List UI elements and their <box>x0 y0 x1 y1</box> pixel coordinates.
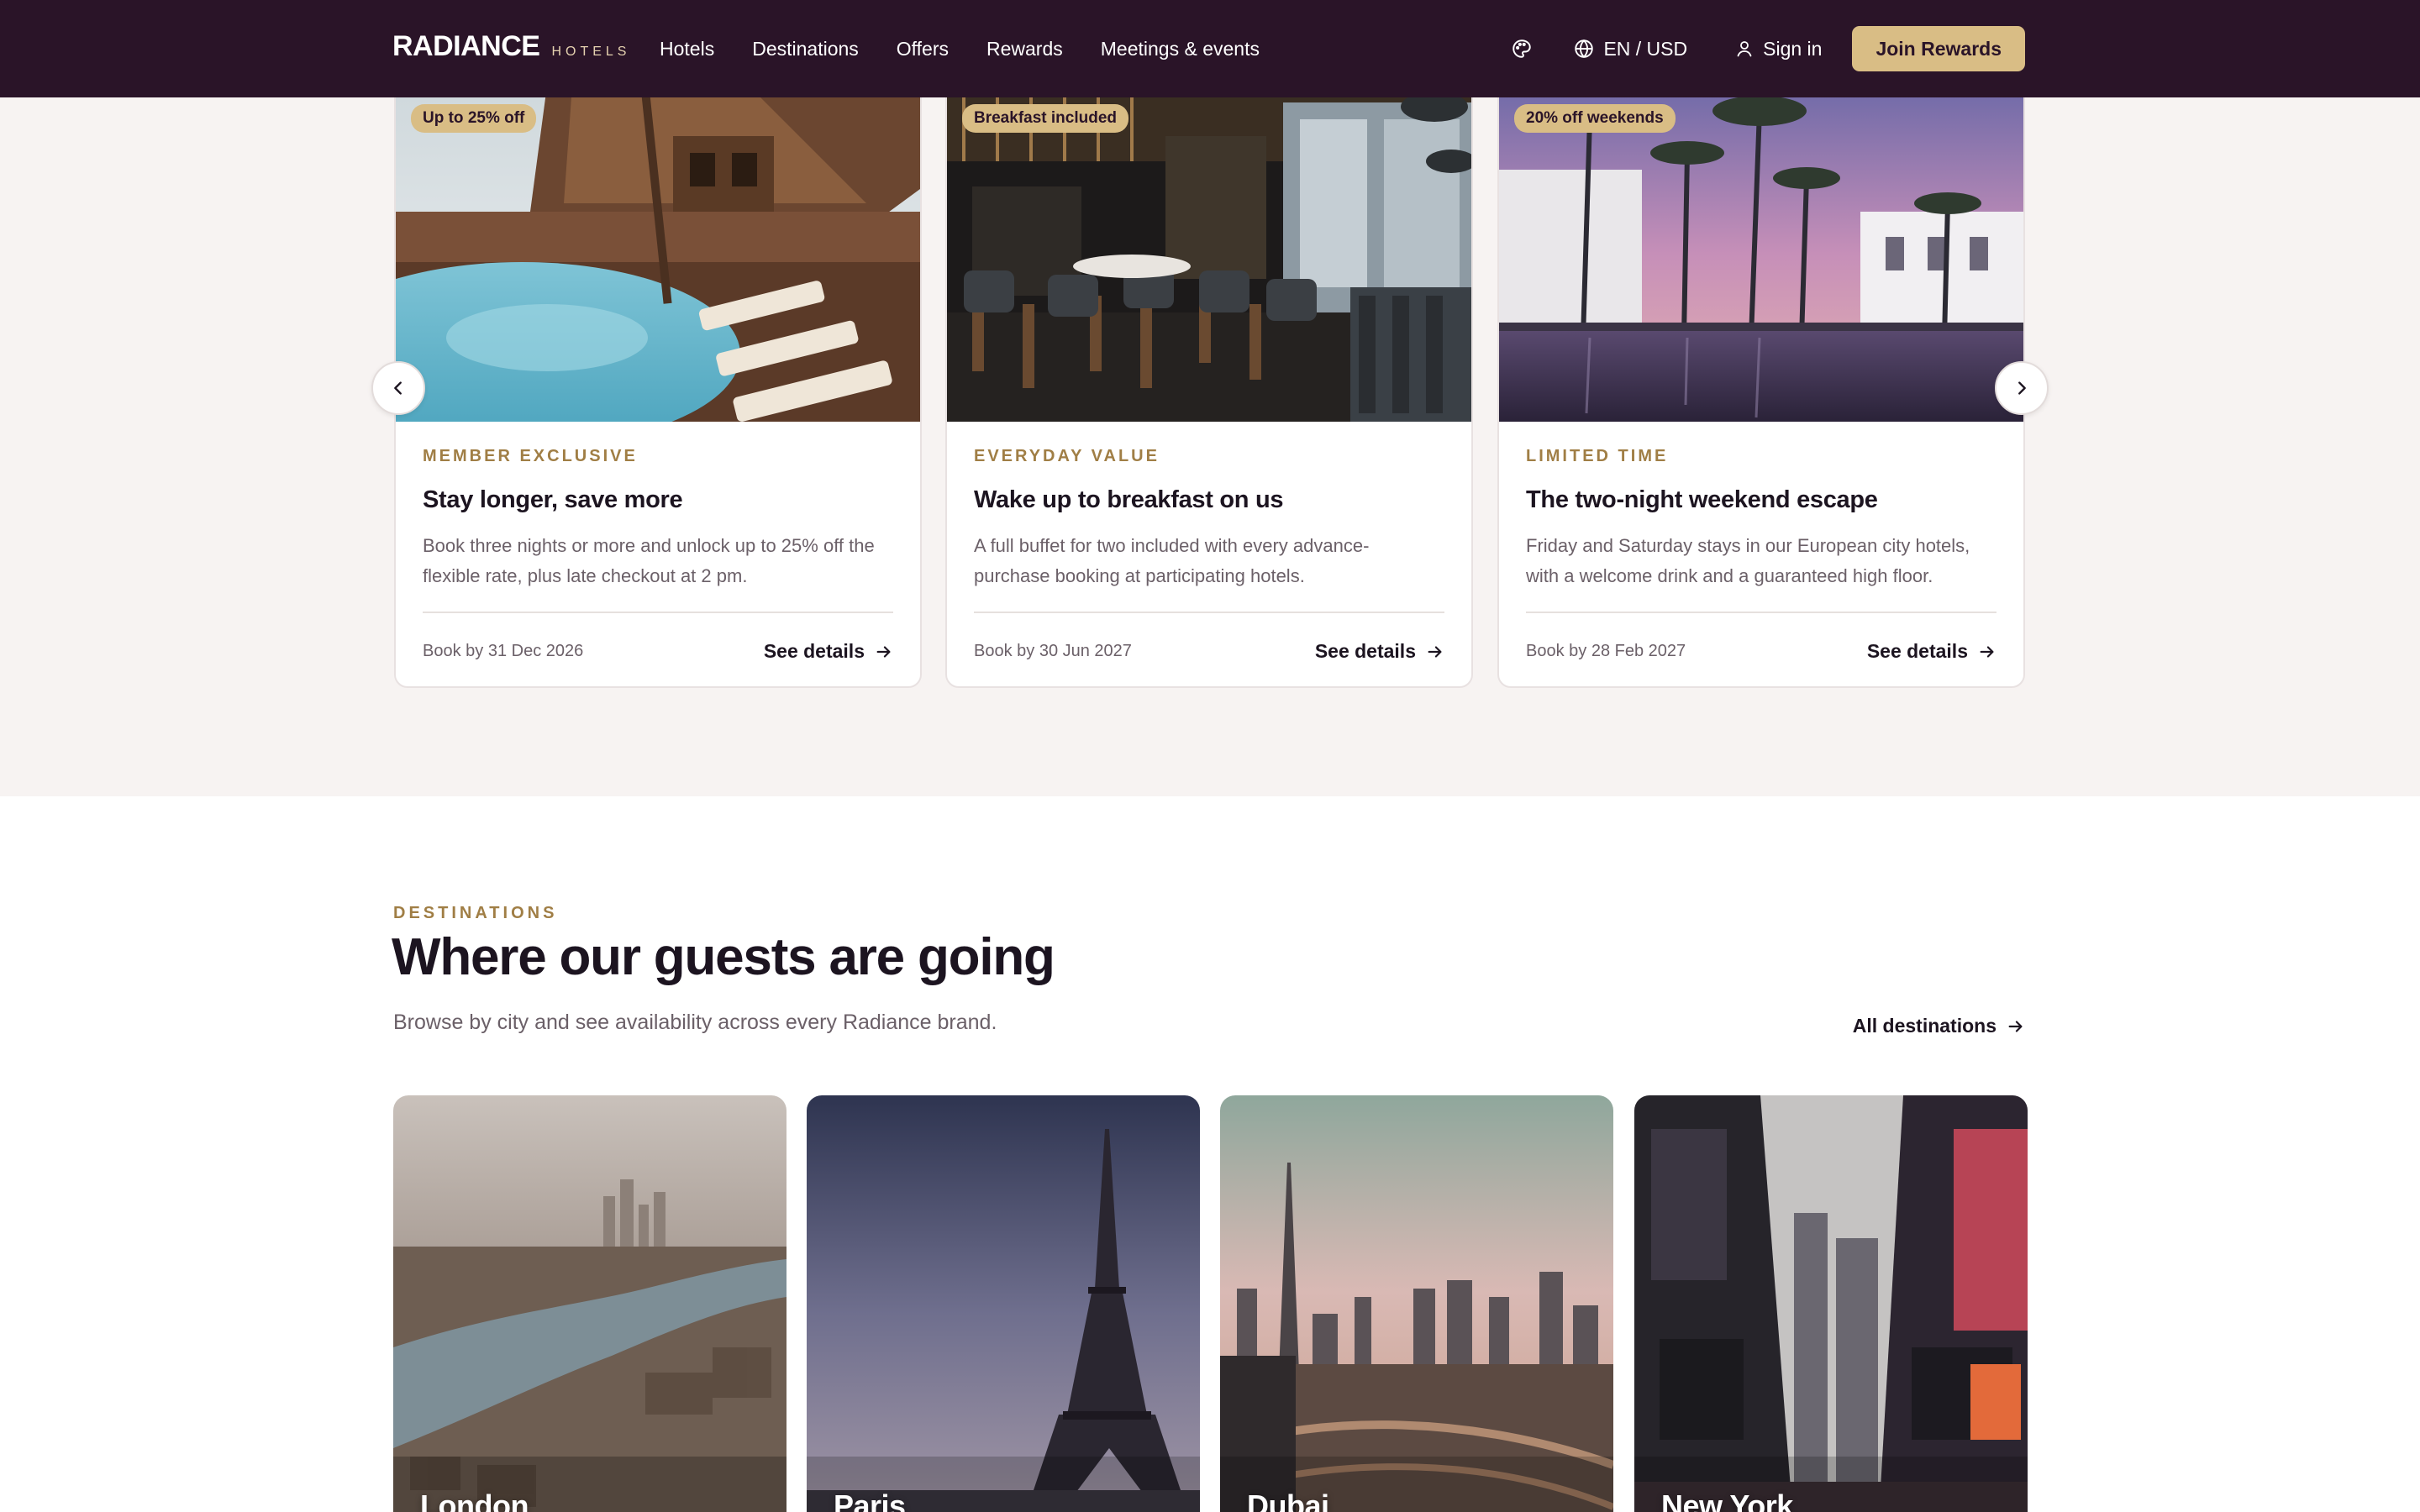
offer-description: Friday and Saturday stays in our Europea… <box>1526 535 1970 586</box>
city-name: Dubai <box>1247 1488 1329 1512</box>
offer-badge: 20% off weekends <box>1514 104 1676 133</box>
offer-card[interactable]: Breakfast included EVERYDAY VALUE Wake u… <box>945 84 1473 688</box>
all-destinations-link[interactable]: All destinations <box>1853 1015 2025 1037</box>
offer-title: Stay longer, save more <box>423 486 683 513</box>
section-title: Where our guests are going <box>392 928 1055 986</box>
offer-badge: Up to 25% off <box>411 104 537 133</box>
offer-book-by-date: Book by 30 Jun 2027 <box>974 642 1132 660</box>
chevron-right-icon <box>2018 381 2026 395</box>
palette-icon <box>1512 39 1532 58</box>
see-details-link[interactable]: See details <box>1315 640 1444 663</box>
language-currency-button[interactable]: EN / USD <box>1573 38 1687 60</box>
section-subtitle: Browse by city and see availability acro… <box>393 1011 997 1034</box>
london-image <box>393 1095 786 1512</box>
offer-book-by-date: Book by 28 Feb 2027 <box>1526 642 1686 660</box>
offer-kicker: LIMITED TIME <box>1526 447 1669 465</box>
offer-description: Book three nights or more and unlock up … <box>423 535 875 586</box>
destination-card-paris[interactable]: Paris <box>807 1095 1200 1512</box>
offer-card[interactable]: 20% off weekends LIMITED TIME The two-ni… <box>1497 84 2025 688</box>
offer-image-restaurant <box>947 86 1471 422</box>
offer-title: Wake up to breakfast on us <box>974 486 1284 513</box>
user-icon <box>1737 41 1752 57</box>
arrow-right-icon <box>876 645 891 658</box>
offer-badge: Breakfast included <box>962 104 1128 133</box>
offer-image-palm-resort <box>1499 86 2023 422</box>
arrow-right-icon <box>1980 645 1994 658</box>
all-destinations-label: All destinations <box>1852 1015 1996 1037</box>
city-name: London <box>420 1488 529 1512</box>
see-details-label: See details <box>763 640 865 662</box>
see-details-label: See details <box>1866 640 1968 662</box>
theme-button[interactable] <box>1511 38 1533 60</box>
language-currency-label: EN / USD <box>1603 37 1688 60</box>
nav-item-destinations[interactable]: Destinations <box>752 38 859 60</box>
sign-in-label: Sign in <box>1763 37 1823 60</box>
offer-description: A full buffet for two included with ever… <box>974 535 1370 586</box>
city-name: Paris <box>834 1488 906 1512</box>
brand-name: RADIANCE <box>392 30 540 62</box>
join-rewards-button[interactable]: Join Rewards <box>1852 26 2025 71</box>
offer-title: The two-night weekend escape <box>1526 486 1878 513</box>
destination-card-london[interactable]: London <box>393 1095 786 1512</box>
brand-subtitle: HOTELS <box>551 45 631 59</box>
nav-item-rewards[interactable]: Rewards <box>986 38 1063 60</box>
offer-kicker: EVERYDAY VALUE <box>974 447 1160 465</box>
new-york-image <box>1634 1095 2028 1512</box>
nav-item-hotels[interactable]: Hotels <box>660 38 714 60</box>
destination-card-new-york[interactable]: New York <box>1634 1095 2028 1512</box>
offer-book-by-date: Book by 31 Dec 2026 <box>423 642 584 660</box>
see-details-label: See details <box>1314 640 1416 662</box>
offer-card[interactable]: Up to 25% off MEMBER EXCLUSIVE Stay long… <box>394 84 922 688</box>
nav-item-meetings-events[interactable]: Meetings & events <box>1101 38 1260 60</box>
destination-card-dubai[interactable]: Dubai <box>1220 1095 1613 1512</box>
dubai-image <box>1220 1095 1613 1512</box>
chevron-left-icon <box>394 381 402 395</box>
see-details-link[interactable]: See details <box>764 640 893 663</box>
offer-image-resort-pool <box>396 86 920 422</box>
main-nav: Hotels Destinations Offers Rewards Meeti… <box>660 0 1297 97</box>
top-navigation: RADIANCE HOTELS Hotels Destinations Offe… <box>0 0 2420 97</box>
offer-kicker: MEMBER EXCLUSIVE <box>423 447 638 465</box>
offers-section: Up to 25% off MEMBER EXCLUSIVE Stay long… <box>0 0 2420 796</box>
brand-logo[interactable]: RADIANCE HOTELS <box>392 30 630 63</box>
paris-image <box>807 1095 1200 1512</box>
sign-in-button[interactable]: Sign in <box>1734 38 1822 60</box>
carousel-next-button[interactable] <box>1995 361 2049 415</box>
see-details-link[interactable]: See details <box>1867 640 1996 663</box>
city-name: New York <box>1661 1488 1793 1512</box>
arrow-right-icon <box>2008 1020 2023 1032</box>
nav-item-offers[interactable]: Offers <box>897 38 949 60</box>
globe-icon <box>1575 39 1594 59</box>
arrow-right-icon <box>1428 645 1442 658</box>
section-kicker: DESTINATIONS <box>393 904 558 922</box>
carousel-prev-button[interactable] <box>371 361 425 415</box>
